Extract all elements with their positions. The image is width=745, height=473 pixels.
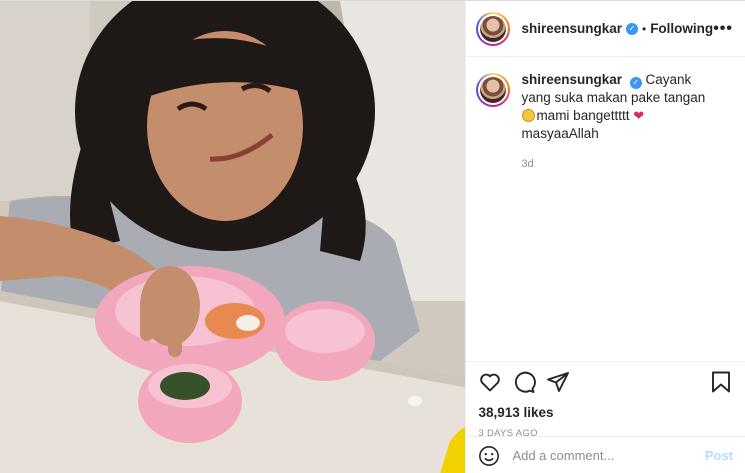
caption-verified-badge-icon: ✓: [629, 77, 642, 89]
post-side-panel: shireensungkar ✓ • Following ••• shireen…: [465, 1, 745, 473]
caption-body: shireensungkar ✓ Cayank yang suka makan …: [521, 71, 721, 173]
comments-section: shireensungkar ✓ Cayank yang suka makan …: [466, 57, 745, 361]
post-header: shireensungkar ✓ • Following •••: [466, 1, 745, 57]
grinning-face-emoji-icon: [522, 109, 536, 122]
following-button[interactable]: Following: [650, 21, 713, 36]
add-comment-bar: Post: [466, 436, 745, 473]
post-photo[interactable]: [0, 1, 466, 473]
add-comment-input[interactable]: [512, 448, 705, 463]
post-comment-button[interactable]: Post: [705, 448, 733, 463]
avatar-image: [480, 15, 507, 42]
action-icons: [478, 368, 733, 396]
emoji-smile-icon[interactable]: [478, 445, 500, 467]
instagram-post: shireensungkar ✓ • Following ••• shireen…: [0, 0, 745, 473]
caption: shireensungkar ✓ Cayank yang suka makan …: [476, 71, 733, 173]
verified-badge-icon: ✓: [625, 22, 638, 35]
likes-count[interactable]: 38,913 likes: [478, 405, 733, 420]
caption-text-3: masyaaAllah: [521, 126, 599, 141]
caption-avatar-image: [480, 77, 507, 103]
share-icon[interactable]: [546, 370, 570, 394]
heart-icon[interactable]: [478, 370, 502, 394]
comments-blank-area: [486, 187, 717, 361]
more-options-icon[interactable]: •••: [713, 20, 733, 38]
caption-avatar[interactable]: [476, 73, 511, 107]
header-username[interactable]: shireensungkar: [521, 21, 622, 36]
bookmark-icon[interactable]: [709, 370, 733, 394]
caption-text-2: mami bangettttt: [536, 108, 630, 123]
red-heart-emoji-icon: ❤: [633, 108, 645, 123]
caption-timestamp[interactable]: 3d: [521, 155, 721, 173]
caption-username[interactable]: shireensungkar: [521, 72, 622, 87]
avatar[interactable]: [476, 11, 511, 46]
separator-dot: •: [641, 21, 647, 36]
photo-girl-eating: [0, 1, 466, 473]
comment-icon[interactable]: [512, 370, 537, 394]
